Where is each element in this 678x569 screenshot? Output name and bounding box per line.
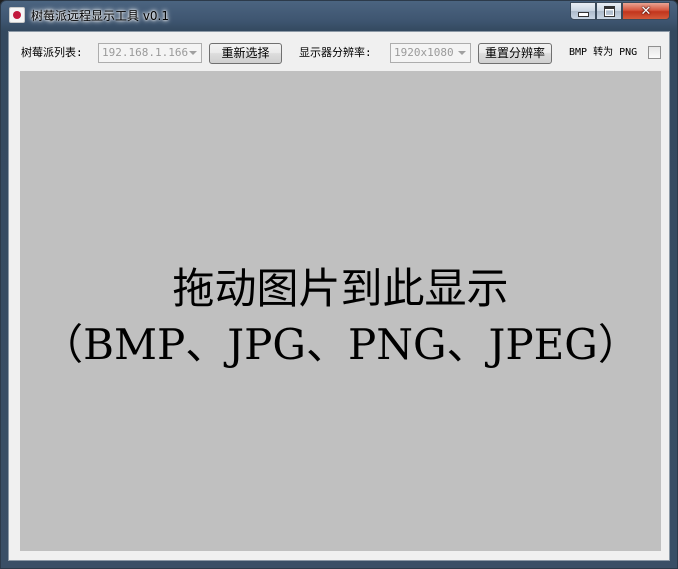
resolution-value: 1920x1080 xyxy=(394,46,454,59)
drop-hint-formats: （BMP、JPG、PNG、JPEG） xyxy=(41,320,640,369)
title-bar[interactable]: 树莓派远程显示工具 v0.1 ✕ xyxy=(1,1,677,30)
drop-hint-text: 拖动图片到此显示 xyxy=(172,264,509,313)
chevron-down-icon xyxy=(189,51,197,55)
minimize-icon xyxy=(577,11,589,17)
client-area: 树莓派列表: 192.168.1.166 重新选择 显示器分辨率: 1920x1… xyxy=(8,31,670,561)
resolution-label: 显示器分辨率: xyxy=(299,46,372,59)
bmp-to-png-checkbox[interactable] xyxy=(648,46,661,59)
image-drop-area[interactable]: 拖动图片到此显示 （BMP、JPG、PNG、JPEG） xyxy=(20,71,661,551)
close-icon: ✕ xyxy=(640,3,652,19)
pi-list-value: 192.168.1.166 xyxy=(102,46,189,59)
pi-list-select[interactable]: 192.168.1.166 xyxy=(98,43,202,63)
bmp-to-png-label: BMP 转为 PNG xyxy=(569,47,638,58)
pi-list-label: 树莓派列表: xyxy=(21,46,83,59)
reselect-button[interactable]: 重新选择 xyxy=(209,43,282,64)
reset-resolution-button[interactable]: 重置分辨率 xyxy=(478,43,552,64)
raspberry-pi-icon xyxy=(9,7,25,23)
close-button[interactable]: ✕ xyxy=(622,2,670,20)
resolution-select[interactable]: 1920x1080 xyxy=(390,43,471,63)
chevron-down-icon xyxy=(458,51,466,55)
app-window: 树莓派远程显示工具 v0.1 ✕ 树莓派列表: 192.168.1.166 重新… xyxy=(0,0,678,569)
window-title: 树莓派远程显示工具 v0.1 xyxy=(31,9,170,23)
minimize-button[interactable] xyxy=(570,2,596,20)
maximize-button[interactable] xyxy=(596,2,622,20)
maximize-icon xyxy=(603,5,615,17)
